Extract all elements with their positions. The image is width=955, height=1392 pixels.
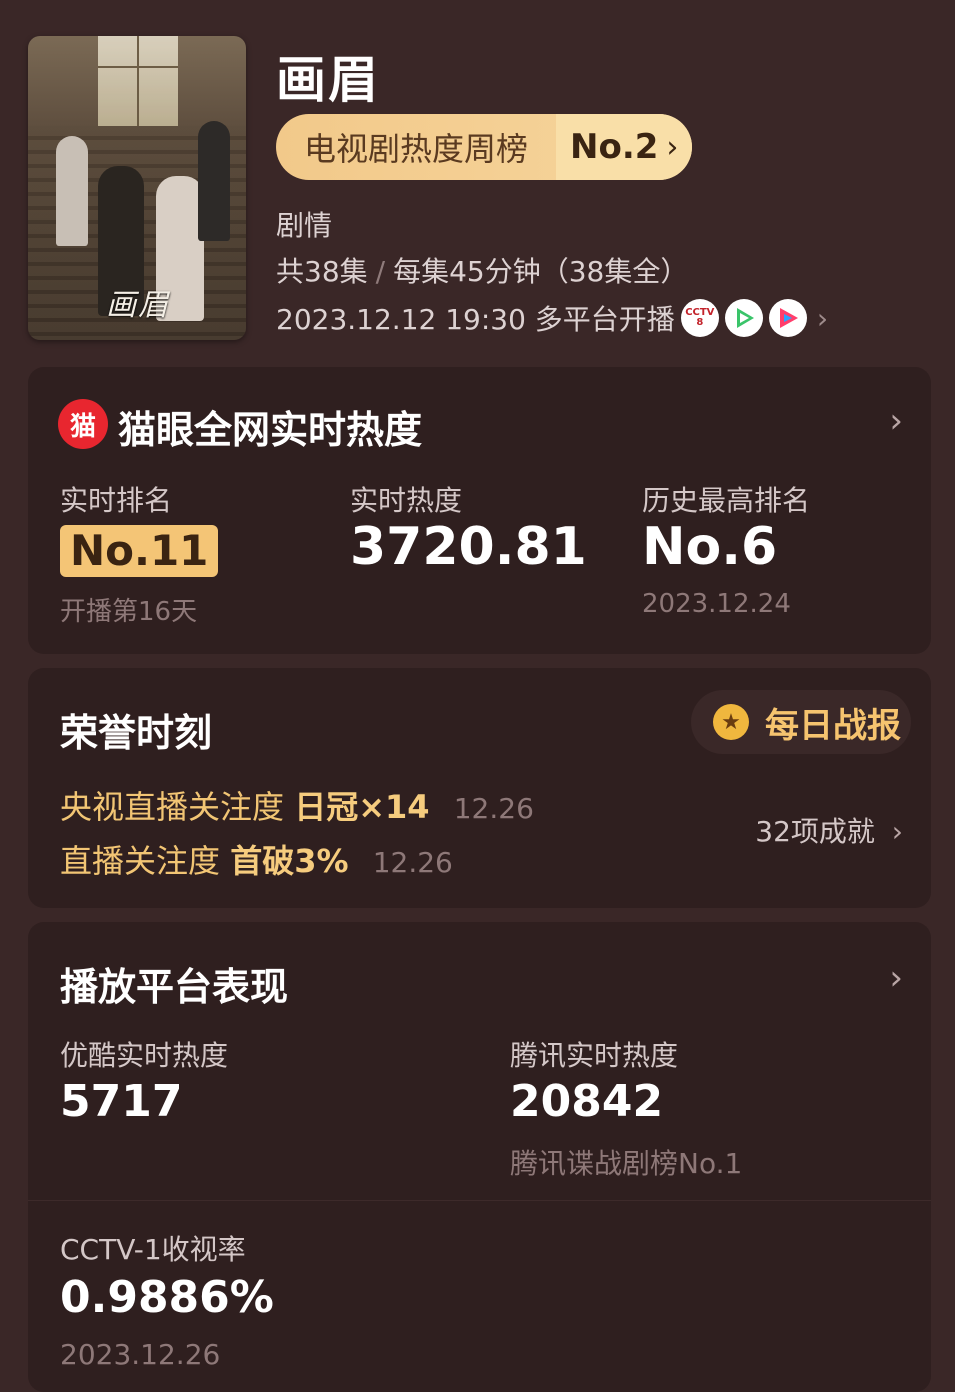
- episode-info: 共38集 / 每集45分钟（38集全）: [276, 250, 688, 290]
- honor-item-highlight: 首破3%: [230, 842, 349, 880]
- honor-card-title: 荣誉时刻: [60, 711, 213, 755]
- weekly-rank-value: No.2: [570, 127, 659, 167]
- maoyan-card-title: 猫眼全网实时热度: [118, 408, 423, 452]
- realtime-rank-sub: 开播第16天: [60, 597, 198, 627]
- episodes-separator: /: [375, 255, 386, 288]
- realtime-rank-badge: No.11: [60, 525, 219, 577]
- cctv1-rating-label: CCTV-1收视率: [60, 1233, 246, 1266]
- best-rank-label: 历史最高排名: [642, 484, 811, 517]
- drama-poster[interactable]: 画眉: [28, 36, 246, 340]
- cctv8-icon-text: CCTV 8: [685, 307, 715, 328]
- realtime-rank-label: 实时排名: [60, 484, 173, 517]
- maoyan-cat-icon: 猫: [58, 399, 108, 449]
- chevron-right-icon[interactable]: ›: [889, 401, 903, 441]
- air-info: 2023.12.12 19:30 多平台开播: [276, 303, 675, 336]
- poster-window: [98, 36, 178, 126]
- heat-value: 3720.81: [350, 517, 587, 577]
- weekly-rank-label: 电视剧热度周榜: [304, 130, 529, 168]
- cctv8-icon: CCTV 8: [680, 299, 719, 337]
- page-title: 画眉: [276, 51, 380, 109]
- honor-item-prefix: 直播关注度: [60, 842, 221, 880]
- weekly-rank-value-box: No.2 ›: [556, 114, 692, 180]
- achievements-label: 32项成就: [755, 815, 875, 848]
- genre: 剧情: [276, 209, 333, 242]
- platform-performance-card[interactable]: 播放平台表现 › 优酷实时热度 5717 腾讯实时热度 20842 腾讯谍战剧榜…: [28, 922, 931, 1392]
- tencent-heat-label: 腾讯实时热度: [510, 1039, 679, 1072]
- cctv1-rating-date: 2023.12.26: [60, 1338, 221, 1371]
- iqiyi-play-icon: [724, 299, 763, 337]
- cctv1-rating-value: 0.9886%: [60, 1272, 274, 1323]
- chevron-right-icon: ›: [666, 129, 679, 165]
- chevron-right-icon: ›: [816, 301, 829, 335]
- divider: [28, 1200, 931, 1201]
- poster-title: 画眉: [106, 288, 170, 323]
- honor-card: 荣誉时刻 ★ 每日战报 央视直播关注度 日冠×14 12.26 直播关注度 首破…: [28, 668, 931, 908]
- achievements-link[interactable]: 32项成就 ›: [755, 810, 903, 850]
- poster-figure: [198, 121, 230, 241]
- tencent-heat-value: 20842: [510, 1076, 664, 1127]
- honor-item[interactable]: 央视直播关注度 日冠×14 12.26: [60, 782, 534, 828]
- tencent-heat-sub: 腾讯谍战剧榜No.1: [510, 1147, 743, 1180]
- honor-item-date: 12.26: [453, 792, 534, 825]
- youku-heat-value: 5717: [60, 1076, 183, 1127]
- honor-item-highlight: 日冠×14: [294, 788, 430, 826]
- daily-report-button[interactable]: ★ 每日战报: [691, 690, 911, 754]
- youku-heat-label: 优酷实时热度: [60, 1039, 229, 1072]
- episodes-total: 共38集: [276, 255, 368, 288]
- heat-label: 实时热度: [350, 484, 463, 517]
- weekly-rank-pill[interactable]: 电视剧热度周榜 No.2 ›: [276, 114, 692, 180]
- daily-report-label: 每日战报: [765, 705, 901, 746]
- maoyan-heat-card[interactable]: 猫 猫眼全网实时热度 › 实时排名 No.11 开播第16天 实时热度 3720…: [28, 367, 931, 654]
- honor-item-prefix: 央视直播关注度: [60, 788, 285, 826]
- honor-item[interactable]: 直播关注度 首破3% 12.26: [60, 836, 453, 882]
- poster-figure: [56, 136, 88, 246]
- best-rank-date: 2023.12.24: [642, 589, 791, 619]
- tencent-video-icon: [768, 299, 807, 337]
- air-info-row[interactable]: 2023.12.12 19:30 多平台开播 CCTV 8 ›: [276, 298, 828, 338]
- chevron-right-icon: ›: [891, 815, 903, 848]
- episodes-detail: 每集45分钟（38集全）: [393, 255, 689, 288]
- chevron-right-icon[interactable]: ›: [889, 958, 903, 998]
- best-rank-value: No.6: [642, 517, 778, 577]
- medal-icon: ★: [713, 704, 749, 740]
- honor-item-date: 12.26: [372, 846, 453, 879]
- platform-card-title: 播放平台表现: [60, 965, 289, 1009]
